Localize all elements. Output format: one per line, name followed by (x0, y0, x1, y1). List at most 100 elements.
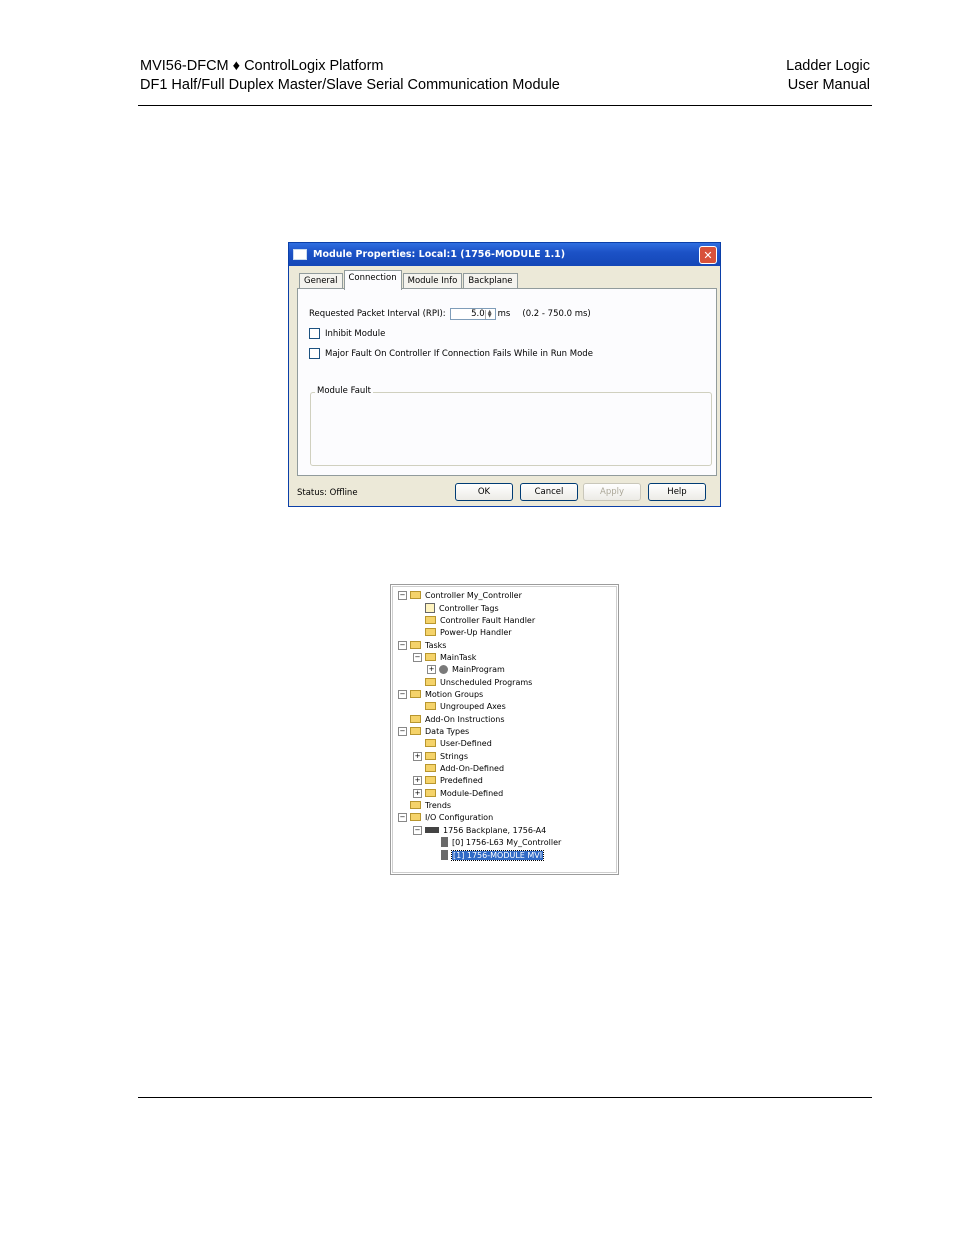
tree-item-add-on-instructions[interactable]: Add-On Instructions (410, 713, 505, 725)
module-icon (441, 850, 448, 860)
window-icon (293, 249, 307, 260)
task-icon (425, 653, 436, 661)
tree-item-label: Predefined (440, 775, 483, 785)
tree-item-unscheduled-programs[interactable]: Unscheduled Programs (425, 676, 532, 688)
tree-item-label: Controller Tags (439, 603, 499, 613)
page-header-left: MVI56-DFCM ♦ ControlLogix Platform DF1 H… (140, 57, 560, 95)
dialog-title: Module Properties: Local:1 (1756-MODULE … (313, 249, 566, 260)
expand-icon[interactable]: + (413, 775, 422, 785)
tree-item-label: Strings (440, 751, 469, 761)
tree-item-label: 1756 Backplane, 1756-A4 (443, 825, 547, 835)
collapse-icon[interactable]: − (398, 689, 407, 699)
collapse-icon[interactable]: − (413, 652, 422, 662)
collapse-icon[interactable]: − (413, 825, 422, 835)
tree-item-ungrouped-axes[interactable]: Ungrouped Axes (425, 700, 506, 712)
status-label: Status: (297, 488, 327, 498)
collapse-icon[interactable]: − (398, 812, 407, 822)
tree-item-label: Data Types (425, 726, 470, 736)
dialog-titlebar: Module Properties: Local:1 (1756-MODULE … (289, 243, 720, 266)
tree-item-mainprogram[interactable]: + MainProgram (427, 663, 505, 675)
tree-item-label: Add-On Instructions (425, 714, 505, 724)
inhibit-module-label: Inhibit Module (325, 328, 386, 339)
close-button[interactable]: ✕ (699, 246, 717, 264)
cancel-button[interactable]: Cancel (520, 483, 578, 501)
datatype-folder-icon (425, 739, 436, 747)
datatype-folder-icon (425, 764, 436, 772)
module-properties-dialog: Module Properties: Local:1 (1756-MODULE … (288, 242, 721, 507)
rpi-row: Requested Packet Interval (RPI): 5.0 ▲ ▼ … (309, 308, 591, 320)
page-header-right: Ladder Logic User Manual (786, 57, 870, 95)
folder-icon (425, 616, 436, 624)
tree-item-controller[interactable]: − Controller My_Controller (398, 589, 522, 601)
tab-connection[interactable]: Connection (343, 270, 402, 290)
expand-icon[interactable]: + (413, 751, 422, 761)
tree-item-strings[interactable]: + Strings (413, 750, 468, 762)
tree-item-io-configuration[interactable]: − I/O Configuration (398, 811, 493, 823)
rpi-range: (0.2 - 750.0 ms) (522, 309, 591, 319)
tree-item-label: Unscheduled Programs (440, 677, 533, 687)
status-value: Offline (329, 488, 358, 498)
inhibit-module-checkbox[interactable] (309, 328, 320, 339)
module-fault-label: Module Fault (315, 386, 374, 396)
expand-icon[interactable]: + (413, 788, 422, 798)
expand-icon[interactable]: + (427, 664, 436, 674)
tree-item-label: Add-On-Defined (440, 763, 505, 773)
tree-item-controller-tags[interactable]: Controller Tags (425, 602, 499, 614)
footer-divider (138, 1097, 872, 1098)
collapse-icon[interactable]: − (398, 590, 407, 600)
tree-item-label: Ungrouped Axes (440, 701, 506, 711)
status-area: Status: Offline (297, 488, 358, 498)
rpi-input[interactable]: 5.0 ▲ ▼ (449, 308, 496, 320)
header-doc-type: User Manual (787, 77, 870, 93)
rpi-spinner[interactable]: ▲ ▼ (484, 310, 494, 319)
rpi-label: Requested Packet Interval (RPI): (309, 309, 446, 319)
tree-item-fault-handler[interactable]: Controller Fault Handler (425, 614, 535, 626)
tree-item-backplane[interactable]: − 1756 Backplane, 1756-A4 (413, 824, 546, 836)
rpi-unit: ms (497, 309, 511, 319)
header-product-subtitle: DF1 Half/Full Duplex Master/Slave Serial… (140, 77, 560, 93)
tree-item-tasks[interactable]: − Tasks (398, 639, 446, 651)
inhibit-row: Inhibit Module (309, 328, 385, 339)
tree-item-label: Motion Groups (425, 689, 484, 699)
tree-item-module-defined[interactable]: + Module-Defined (413, 787, 503, 799)
folder-icon (410, 591, 421, 599)
tree-item-label: [0] 1756-L63 My_Controller (452, 837, 562, 847)
tree-item-power-up-handler[interactable]: Power-Up Handler (425, 626, 512, 638)
tags-icon (425, 603, 435, 613)
module-fault-group: Module Fault (310, 386, 712, 466)
folder-icon (425, 702, 436, 710)
ok-button[interactable]: OK (455, 483, 513, 501)
major-fault-row: Major Fault On Controller If Connection … (309, 348, 593, 359)
folder-icon (410, 690, 421, 698)
tree-item-add-on-defined[interactable]: Add-On-Defined (425, 762, 504, 774)
tree-item-label-selected: [1] 1756-MODULE MVI (450, 849, 545, 861)
collapse-icon[interactable]: − (398, 640, 407, 650)
tree-item-trends[interactable]: Trends (410, 799, 451, 811)
datatype-folder-icon (425, 789, 436, 797)
folder-icon (410, 801, 421, 809)
close-icon: ✕ (703, 248, 713, 262)
major-fault-checkbox[interactable] (309, 348, 320, 359)
folder-icon (410, 727, 421, 735)
tree-item-label: Power-Up Handler (440, 627, 512, 637)
apply-button[interactable]: Apply (583, 483, 641, 501)
tree-item-label: MainProgram (452, 664, 505, 674)
connection-tab-panel: Requested Packet Interval (RPI): 5.0 ▲ ▼ … (297, 288, 717, 476)
tree-item-predefined[interactable]: + Predefined (413, 774, 483, 786)
datatype-folder-icon (425, 776, 436, 784)
collapse-icon[interactable]: − (398, 726, 407, 736)
folder-icon (410, 813, 421, 821)
folder-icon (425, 678, 436, 686)
help-button[interactable]: Help (648, 483, 706, 501)
header-product-title: MVI56-DFCM ♦ ControlLogix Platform (140, 58, 384, 74)
tree-item-maintask[interactable]: − MainTask (413, 651, 476, 663)
tree-item-motion-groups[interactable]: − Motion Groups (398, 688, 483, 700)
controller-organizer-tree: − Controller My_Controller Controller Tag… (390, 584, 619, 875)
tree-item-label: Controller Fault Handler (440, 615, 536, 625)
tree-item-slot0-controller[interactable]: [0] 1756-L63 My_Controller (441, 836, 561, 848)
tree-item-label: Trends (425, 800, 452, 810)
tree-item-slot1-module[interactable]: [1] 1756-MODULE MVI (441, 849, 545, 861)
tree-item-data-types[interactable]: − Data Types (398, 725, 469, 737)
tree-item-label: I/O Configuration (425, 812, 494, 822)
tree-item-user-defined[interactable]: User-Defined (425, 737, 492, 749)
